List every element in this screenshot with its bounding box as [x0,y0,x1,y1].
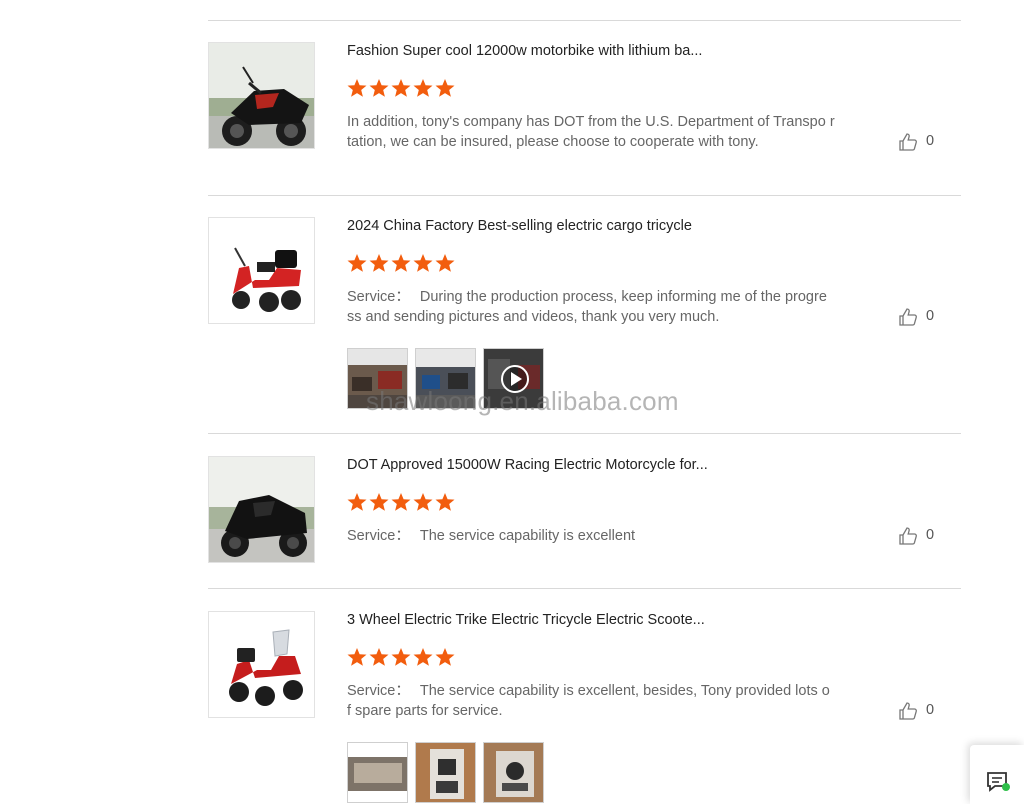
review-text: The service capability is excellent, bes… [347,683,830,719]
review-product-title[interactable]: Fashion Super cool 12000w motorbike with… [347,42,727,60]
star-icon [391,254,411,272]
product-thumbnail[interactable] [208,611,315,718]
star-icon [391,493,411,511]
review-text: The service capability is excellent [419,528,636,544]
product-thumbnail[interactable] [208,42,315,149]
star-icon [413,648,433,666]
star-icon [435,254,455,272]
review-product-title[interactable]: 2024 China Factory Best-selling electric… [347,217,727,235]
star-icon [369,79,389,97]
divider [208,433,961,434]
star-icon [347,79,367,97]
like-button[interactable]: 0 [898,307,958,327]
like-count: 0 [926,133,935,149]
star-icon [347,254,367,272]
star-icon [369,493,389,511]
star-icon [435,493,455,511]
review-text: In addition, tony's company has DOT from… [347,114,835,150]
review-comment: In addition, tony's company has DOT from… [347,112,837,152]
review-label: Service： [347,289,410,305]
thumbs-up-icon [899,133,917,151]
review-comment: Service： The service capability is excell… [347,681,837,721]
like-button[interactable]: 0 [898,526,958,546]
review-product-title[interactable]: DOT Approved 15000W Racing Electric Moto… [347,456,727,474]
like-count: 0 [926,308,935,324]
chat-widget[interactable] [970,745,1024,804]
star-rating [347,253,457,273]
star-icon [391,79,411,97]
review-photo[interactable] [347,742,408,803]
divider [208,195,961,196]
review-photo[interactable] [483,742,544,803]
review-text: During the production process, keep info… [347,289,827,325]
star-icon [391,648,411,666]
review-photo[interactable] [415,742,476,803]
star-rating [347,492,457,512]
like-count: 0 [926,702,935,718]
thumbs-up-icon [899,527,917,545]
review-item: DOT Approved 15000W Racing Electric Moto… [208,456,961,576]
star-icon [369,254,389,272]
review-item: 3 Wheel Electric Trike Electric Tricycle… [208,611,961,804]
thumbs-up-icon [899,702,917,720]
divider [208,20,961,21]
watermark: shawloong.en.alibaba.com [366,386,679,416]
star-icon [435,648,455,666]
star-icon [347,648,367,666]
product-thumbnail[interactable] [208,217,315,324]
like-button[interactable]: 0 [898,132,958,152]
review-label: Service： [347,683,410,699]
review-comment: Service： During the production process, k… [347,287,837,327]
like-button[interactable]: 0 [898,701,958,721]
divider [208,588,961,589]
star-icon [435,79,455,97]
star-icon [369,648,389,666]
star-icon [413,493,433,511]
review-product-title[interactable]: 3 Wheel Electric Trike Electric Tricycle… [347,611,727,629]
thumbs-up-icon [899,308,917,326]
star-rating [347,78,457,98]
review-label: Service： [347,528,410,544]
star-rating [347,647,457,667]
review-comment: Service： The service capability is excell… [347,526,837,546]
product-thumbnail[interactable] [208,456,315,563]
star-icon [347,493,367,511]
review-item: Fashion Super cool 12000w motorbike with… [208,42,961,182]
star-icon [413,254,433,272]
star-icon [413,79,433,97]
like-count: 0 [926,527,935,543]
review-photos [347,742,551,803]
chat-icon[interactable] [986,771,1012,795]
